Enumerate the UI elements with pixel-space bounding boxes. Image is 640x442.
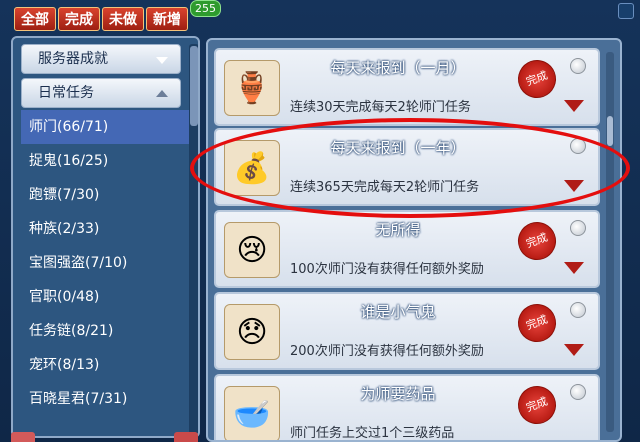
achievement-title: 谁是小气鬼 [360,303,436,321]
expand-arrow-icon[interactable] [564,262,584,274]
hint-bulb-icon[interactable] [570,220,586,236]
chevron-up-icon [156,90,168,97]
hint-bulb-icon[interactable] [570,58,586,74]
new-count-badge: 255 [190,0,221,17]
subcategory-item-zhuogui[interactable]: 捉鬼(16/25) [21,144,189,178]
highlight-annotation-ellipse [190,118,630,218]
category-panel: 服务器成就 日常任务 师门(66/71) 捉鬼(16/25) 跑镖(7/30) … [11,36,200,438]
completed-stamp-icon: 完成 [512,298,562,348]
tab-completed[interactable]: 完成 [58,7,100,31]
achievement-card: 🥣 为师要药品 师门任务上交过1个三级药品 完成 [214,374,600,441]
filter-tabs: 全部 完成 未做 新增 [14,7,188,31]
bottom-tab-right [174,432,198,442]
hint-bulb-icon[interactable] [570,302,586,318]
tab-all[interactable]: 全部 [14,7,56,31]
sad-face-icon: 😞 [224,304,280,360]
right-scrollbar-thumb[interactable] [607,116,613,146]
completed-stamp-icon: 完成 [512,54,562,104]
achievement-card: 🏺 每天来报到（一月） 连续30天完成每天2轮师门任务 完成 [214,48,600,126]
category-server-achievements[interactable]: 服务器成就 [21,44,181,74]
bottom-tab-left [11,432,35,442]
tab-new[interactable]: 新增 [146,7,188,31]
achievement-card: 😢 无所得 100次师门没有获得任何额外奖励 完成 [214,210,600,288]
achievement-title: 每天来报到（一月） [330,59,466,77]
achievement-title: 无所得 [375,221,421,239]
subcategory-item-shimen[interactable]: 师门(66/71) [21,110,189,144]
hint-bulb-icon[interactable] [570,384,586,400]
left-scrollbar[interactable] [189,44,198,434]
achievement-card: 😞 谁是小气鬼 200次师门没有获得任何额外奖励 完成 [214,292,600,370]
category-label: 服务器成就 [38,51,108,67]
subcategory-list: 师门(66/71) 捉鬼(16/25) 跑镖(7/30) 种族(2/33) 宝图… [21,110,189,416]
left-scrollbar-thumb[interactable] [190,46,198,126]
achievement-list-panel: 🏺 每天来报到（一月） 连续30天完成每天2轮师门任务 完成 💰 每天来报到（一… [206,38,622,442]
subcategory-item-renwulian[interactable]: 任务链(8/21) [21,314,189,348]
achievement-desc: 连续30天完成每天2轮师门任务 [290,100,471,115]
completed-stamp-icon: 完成 [512,380,562,430]
completed-stamp-icon: 完成 [512,216,562,266]
category-daily-tasks[interactable]: 日常任务 [21,78,181,108]
corner-button-icon[interactable] [618,3,634,19]
subcategory-item-guanzhi[interactable]: 官职(0/48) [21,280,189,314]
medicine-bowl-icon: 🥣 [224,386,280,440]
subcategory-item-baotu[interactable]: 宝图强盗(7/10) [21,246,189,280]
right-scrollbar[interactable] [606,52,614,432]
category-label: 日常任务 [38,85,94,101]
crying-face-icon: 😢 [224,222,280,278]
tab-not-done[interactable]: 未做 [102,7,144,31]
expand-arrow-icon[interactable] [564,344,584,356]
achievement-title: 为师要药品 [360,385,436,403]
achievement-desc: 100次师门没有获得任何额外奖励 [290,262,484,277]
subcategory-item-paobiao[interactable]: 跑镖(7/30) [21,178,189,212]
expand-arrow-icon[interactable] [564,100,584,112]
subcategory-item-zhongzu[interactable]: 种族(2/33) [21,212,189,246]
subcategory-item-baixiao[interactable]: 百晓星君(7/31) [21,382,189,416]
achievement-desc: 师门任务上交过1个三级药品 [290,426,455,441]
subcategory-item-chonghuan[interactable]: 宠环(8/13) [21,348,189,382]
gold-cauldron-icon: 🏺 [224,60,280,116]
chevron-down-icon [156,57,168,64]
achievement-desc: 200次师门没有获得任何额外奖励 [290,344,484,359]
